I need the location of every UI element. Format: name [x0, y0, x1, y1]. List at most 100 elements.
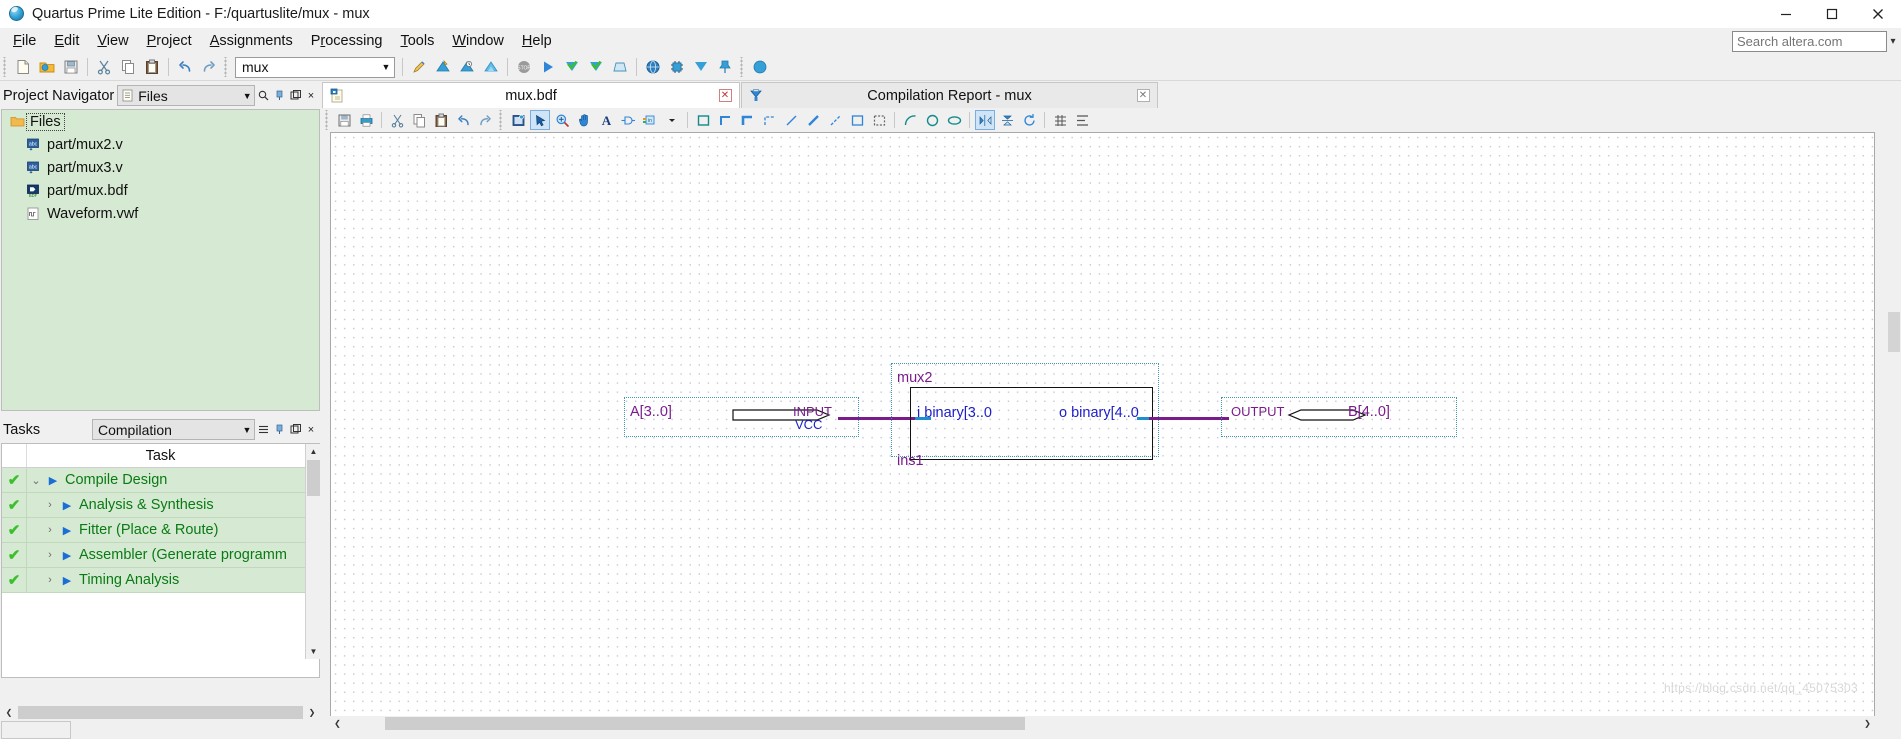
list-icon[interactable] [256, 423, 270, 437]
toolbar-grip-2[interactable] [223, 57, 230, 77]
scroll-up-icon[interactable]: ▲ [306, 444, 321, 459]
menu-view[interactable]: View [88, 30, 137, 52]
schematic-toolbar-grip-2[interactable] [498, 110, 505, 130]
redo-icon[interactable] [198, 56, 220, 78]
rectangle-icon[interactable] [693, 110, 713, 130]
signal-tap-icon[interactable] [690, 56, 712, 78]
text-tool-icon[interactable]: A [596, 110, 616, 130]
run-task-icon[interactable]: ▶ [59, 499, 75, 512]
menu-tools[interactable]: Tools [391, 30, 443, 52]
task-row-fitter[interactable]: ✔ › ▶ Fitter (Place & Route) [2, 518, 319, 543]
scrollbar-thumb[interactable] [18, 705, 303, 719]
rubberbanding-icon[interactable] [847, 110, 867, 130]
search-dropdown-icon[interactable]: ▾ [1887, 36, 1899, 47]
assembler-icon[interactable] [561, 56, 583, 78]
flip-horizontal-icon[interactable] [975, 110, 995, 130]
block-tool-icon[interactable]: in [640, 110, 660, 130]
schematic-toolbar-grip[interactable] [324, 110, 331, 130]
pin-planner-icon[interactable] [408, 56, 430, 78]
block-name-label[interactable]: mux2 [897, 370, 932, 386]
diagonal-node-line-icon[interactable] [781, 110, 801, 130]
fitter-icon[interactable] [480, 56, 502, 78]
close-icon[interactable]: × [304, 89, 318, 103]
menu-window[interactable]: Window [443, 30, 513, 52]
diagonal-bus-line-icon[interactable] [803, 110, 823, 130]
tree-item-mux3-v[interactable]: abc part/mux3.v [2, 156, 319, 179]
paste-icon[interactable] [431, 110, 451, 130]
close-icon[interactable] [1855, 0, 1901, 28]
task-row-assembler[interactable]: ✔ › ▶ Assembler (Generate programm [2, 543, 319, 568]
menu-processing[interactable]: Processing [302, 30, 392, 52]
undock-icon[interactable] [288, 89, 302, 103]
task-row-timing-analysis[interactable]: ✔ › ▶ Timing Analysis [2, 568, 319, 593]
dropdown-arrow-icon[interactable] [662, 110, 682, 130]
project-revision-combo[interactable]: mux ▼ [235, 56, 395, 78]
open-file-icon[interactable] [36, 56, 58, 78]
redo-icon[interactable] [475, 110, 495, 130]
timing-analysis-icon[interactable] [585, 56, 607, 78]
project-navigator-tree[interactable]: Files abc part/mux2.v abc part/mux3.v BD… [1, 109, 320, 411]
rotate-icon[interactable] [1019, 110, 1039, 130]
input-signal-name[interactable]: A[3..0] [630, 404, 672, 420]
partial-line-selection-icon[interactable] [869, 110, 889, 130]
search-input[interactable] [1732, 30, 1887, 52]
pin-icon[interactable] [272, 89, 286, 103]
rtl-viewer-icon[interactable] [642, 56, 664, 78]
maximize-icon[interactable] [1809, 0, 1855, 28]
chip-planner-icon[interactable] [666, 56, 688, 78]
copy-icon[interactable] [117, 56, 139, 78]
print-icon[interactable] [356, 110, 376, 130]
window-vertical-scrollbar[interactable] [1887, 82, 1901, 682]
tab-mux-bdf[interactable]: mux.bdf ✕ [322, 82, 740, 108]
chevron-right-icon[interactable]: › [41, 574, 59, 586]
save-icon[interactable] [334, 110, 354, 130]
chevron-right-icon[interactable]: › [41, 524, 59, 536]
scrollbar-thumb[interactable] [1888, 312, 1900, 352]
run-task-icon[interactable]: ▶ [59, 549, 75, 562]
undo-icon[interactable] [453, 110, 473, 130]
menu-help[interactable]: Help [513, 30, 561, 52]
new-file-icon[interactable] [12, 56, 34, 78]
minimize-icon[interactable] [1763, 0, 1809, 28]
wire-block-to-output[interactable] [1149, 417, 1229, 420]
toolbar-grip-3[interactable] [739, 57, 746, 77]
search-icon[interactable] [256, 89, 270, 103]
canvas-horizontal-scrollbar[interactable]: ❮ ❯ [330, 716, 1875, 731]
tasks-flow-combo[interactable]: Compilation ▼ [92, 419, 255, 440]
arc-icon[interactable] [900, 110, 920, 130]
selection-tool-icon[interactable] [530, 110, 550, 130]
start-compilation-icon[interactable] [537, 56, 559, 78]
help-icon[interactable] [749, 56, 771, 78]
paste-icon[interactable] [141, 56, 163, 78]
zoom-tool-icon[interactable] [552, 110, 572, 130]
analysis-synthesis-icon[interactable] [456, 56, 478, 78]
tab-compilation-report[interactable]: Compilation Report - mux ✕ [741, 82, 1158, 108]
chevron-right-icon[interactable]: › [41, 549, 59, 561]
tasks-panel[interactable]: Task ✔ ⌄ ▶ Compile Design ✔ › ▶ Analysis… [1, 443, 320, 678]
tasks-horizontal-scrollbar[interactable]: ❮ ❯ [1, 704, 320, 720]
diagonal-conduit-line-icon[interactable] [825, 110, 845, 130]
scrollbar-track[interactable] [345, 716, 1860, 731]
schematic-canvas[interactable]: A[3..0] INPUT VCC mux2 i binary[3..0 o b… [330, 132, 1875, 720]
compile-design-icon[interactable] [432, 56, 454, 78]
copy-icon[interactable] [409, 110, 429, 130]
tree-item-files-root[interactable]: Files [2, 110, 319, 133]
undock-icon[interactable] [288, 423, 302, 437]
flip-vertical-icon[interactable] [997, 110, 1017, 130]
run-task-icon[interactable]: ▶ [59, 574, 75, 587]
align-icon[interactable] [1072, 110, 1092, 130]
cut-icon[interactable] [93, 56, 115, 78]
scroll-left-icon[interactable]: ❮ [330, 716, 345, 731]
menu-assignments[interactable]: Assignments [201, 30, 302, 52]
output-signal-name[interactable]: B[4..0] [1348, 404, 1390, 420]
hand-tool-icon[interactable] [574, 110, 594, 130]
scroll-left-icon[interactable]: ❮ [1, 704, 17, 720]
save-icon[interactable] [60, 56, 82, 78]
scrollbar-thumb[interactable] [307, 460, 320, 496]
oval-icon[interactable] [944, 110, 964, 130]
tree-item-waveform-vwf[interactable]: Waveform.vwf [2, 202, 319, 225]
find-icon[interactable] [508, 110, 528, 130]
run-task-icon[interactable]: ▶ [45, 474, 61, 487]
close-tab-icon[interactable]: ✕ [1132, 89, 1154, 102]
run-task-icon[interactable]: ▶ [59, 524, 75, 537]
